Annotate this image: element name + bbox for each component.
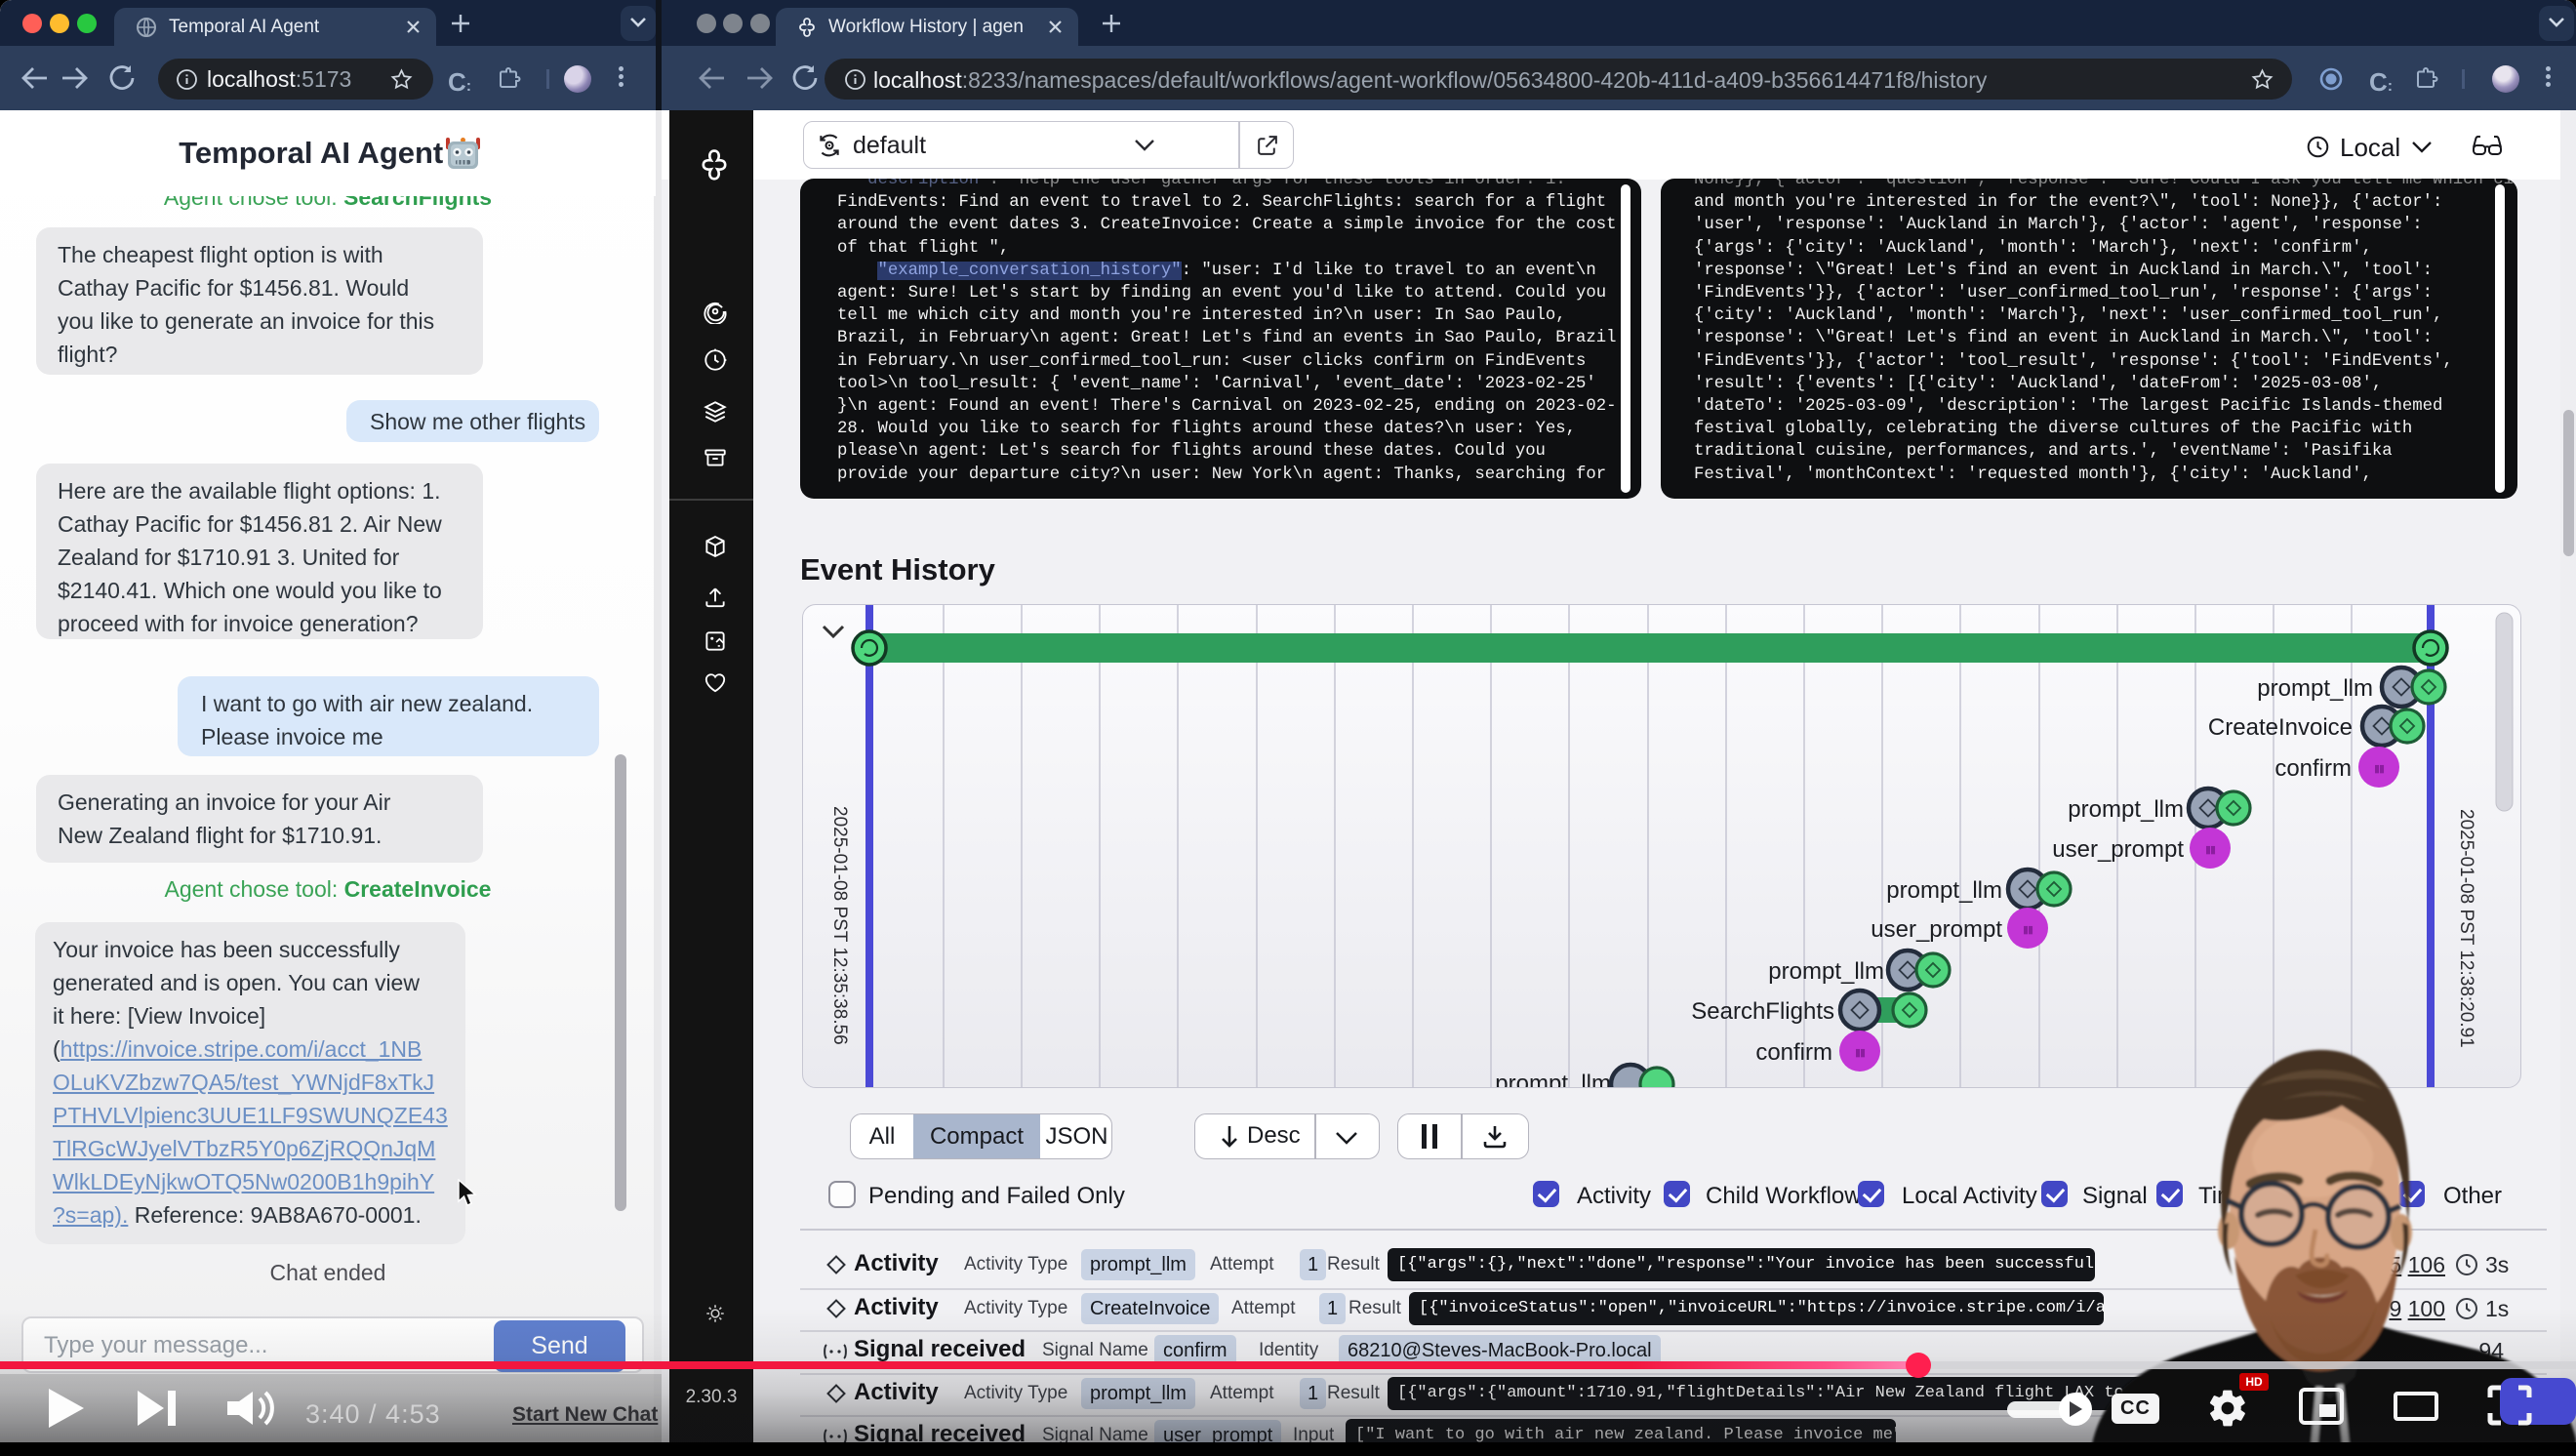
svg-text:prompt_llm: prompt_llm xyxy=(2257,675,2373,702)
svg-text:prompt_llm: prompt_llm xyxy=(1886,877,2002,904)
svg-text:▮▮: ▮▮ xyxy=(1855,1047,1866,1059)
svg-text:▮▮: ▮▮ xyxy=(2023,924,2033,936)
svg-text:prompt_llm: prompt_llm xyxy=(1768,958,1884,985)
svg-text:▮▮: ▮▮ xyxy=(2374,763,2385,775)
svg-text:confirm: confirm xyxy=(2274,755,2352,782)
svg-text:▮▮: ▮▮ xyxy=(2205,844,2216,856)
svg-text:confirm: confirm xyxy=(1755,1039,1832,1066)
svg-text:prompt_llm: prompt_llm xyxy=(2068,796,2184,823)
svg-text:SearchFlights: SearchFlights xyxy=(1691,998,1834,1025)
svg-text:prompt_llm: prompt_llm xyxy=(1495,1071,1611,1088)
svg-text:user_prompt: user_prompt xyxy=(1871,916,2002,943)
svg-text:CreateInvoice: CreateInvoice xyxy=(2208,714,2353,741)
svg-text:user_prompt: user_prompt xyxy=(2052,836,2184,863)
